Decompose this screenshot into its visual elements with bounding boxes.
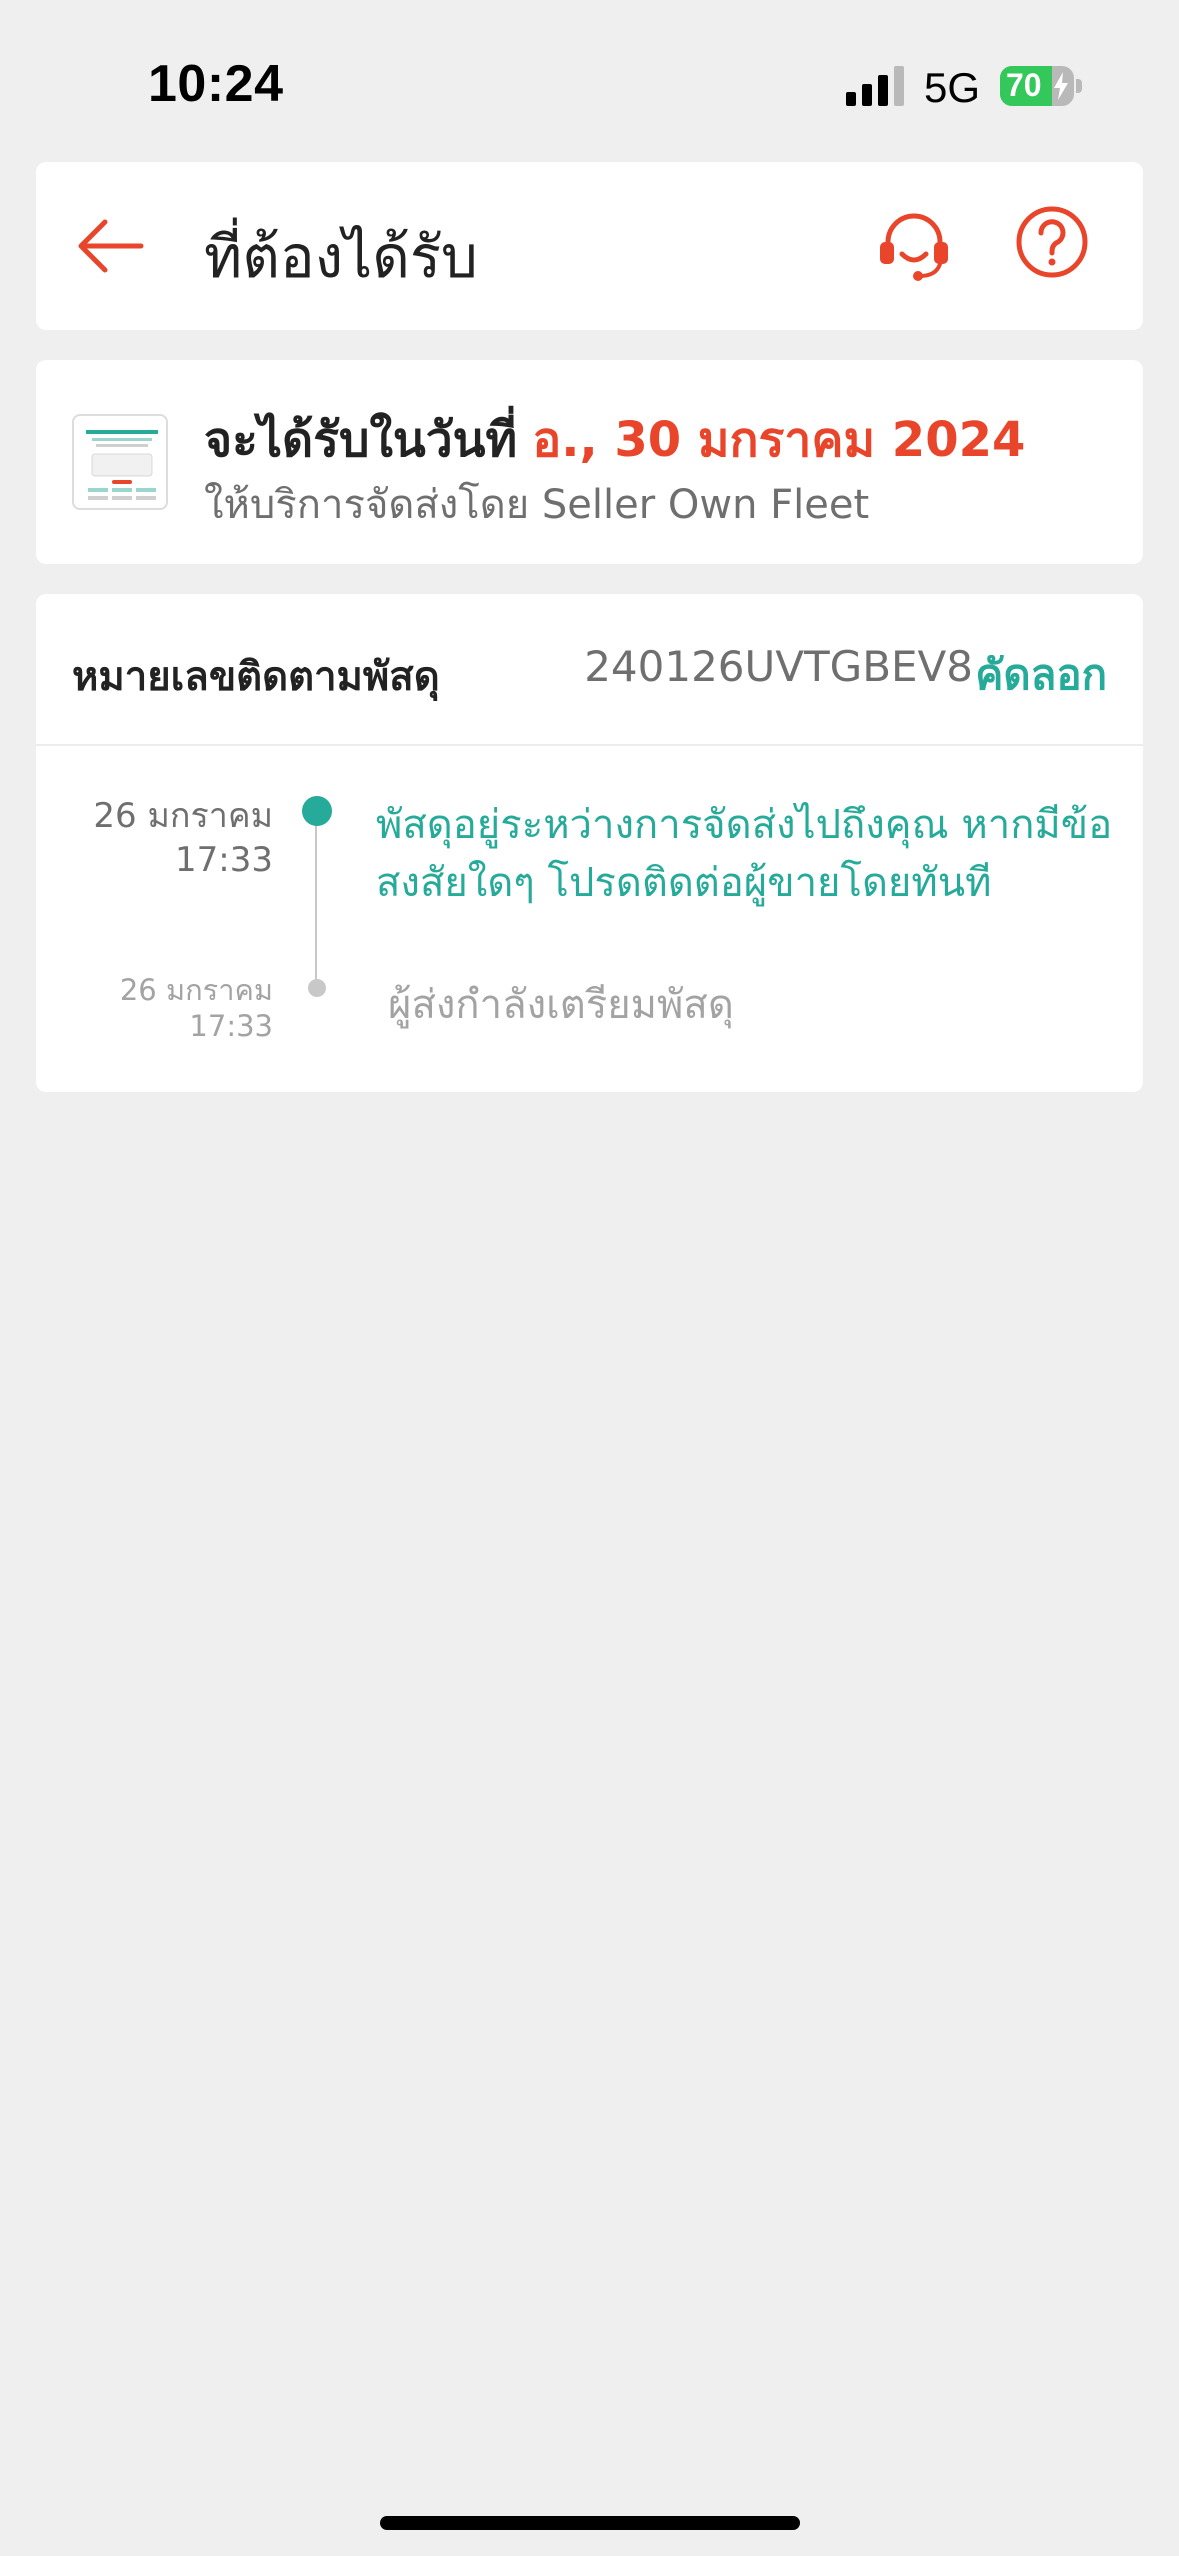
estimated-delivery: จะได้รับในวันที่ อ., 30 มกราคม 2024 bbox=[204, 402, 1025, 478]
tracking-number: 240126UVTGBEV8 bbox=[584, 642, 973, 691]
status-bar: 10:24 5G 70 bbox=[0, 0, 1179, 150]
event-datetime: 26 มกราคม 17:33 bbox=[93, 794, 273, 882]
event-date: 26 มกราคม bbox=[119, 973, 273, 1007]
help-button[interactable] bbox=[1014, 204, 1090, 280]
header-bar: ที่ต้องได้รับ bbox=[36, 162, 1143, 330]
battery-cap bbox=[1076, 79, 1082, 93]
delivery-label: จะได้รับในวันที่ bbox=[204, 412, 518, 468]
tracking-number-row: หมายเลขติดตามพัสดุ 240126UVTGBEV8 คัดลอก bbox=[36, 594, 1143, 746]
tracking-timeline: 26 มกราคม 17:33 พัสดุอยู่ระหว่างการจัดส่… bbox=[36, 746, 1143, 1092]
back-arrow-icon bbox=[78, 219, 144, 273]
chat-support-button[interactable] bbox=[874, 206, 954, 286]
timeline-dot-active bbox=[302, 796, 332, 826]
page-title: ที่ต้องได้รับ bbox=[204, 223, 478, 291]
help-icon bbox=[1016, 206, 1088, 278]
delivery-info-card[interactable]: จะได้รับในวันที่ อ., 30 มกราคม 2024 ให้บ… bbox=[36, 360, 1143, 564]
charging-bolt-icon bbox=[1054, 72, 1068, 100]
timeline-connector bbox=[315, 814, 317, 986]
battery-icon: 70 bbox=[1000, 66, 1082, 106]
event-date: 26 มกราคม bbox=[93, 796, 273, 836]
home-indicator[interactable] bbox=[380, 2516, 800, 2530]
signal-icon bbox=[846, 66, 904, 106]
carrier-info: ให้บริการจัดส่งโดย Seller Own Fleet bbox=[204, 482, 870, 528]
tracking-card: หมายเลขติดตามพัสดุ 240126UVTGBEV8 คัดลอก… bbox=[36, 594, 1143, 1092]
headset-icon bbox=[880, 213, 948, 281]
screen: 10:24 5G 70 ที่ต้องได้รับ จะได้รับในวันท… bbox=[0, 0, 1179, 2556]
tracking-label: หมายเลขติดตามพัสดุ bbox=[72, 654, 440, 700]
timeline-dot bbox=[308, 979, 326, 997]
product-thumbnail bbox=[72, 414, 168, 510]
delivery-date: อ., 30 มกราคม 2024 bbox=[532, 412, 1026, 468]
event-time: 17:33 bbox=[175, 840, 273, 880]
copy-button[interactable]: คัดลอก bbox=[975, 642, 1107, 708]
status-time: 10:24 bbox=[148, 55, 284, 113]
back-button[interactable] bbox=[72, 208, 148, 284]
event-description: ผู้ส่งกำลังเตรียมพัสดุ bbox=[388, 982, 734, 1028]
event-datetime: 26 มกราคม 17:33 bbox=[120, 972, 273, 1044]
event-description: พัสดุอยู่ระหว่างการจัดส่งไปถึงคุณ หากมีข… bbox=[376, 802, 1113, 906]
battery-percent: 70 bbox=[1006, 67, 1042, 103]
event-time: 17:33 bbox=[189, 1009, 273, 1043]
network-type: 5G bbox=[924, 64, 981, 111]
